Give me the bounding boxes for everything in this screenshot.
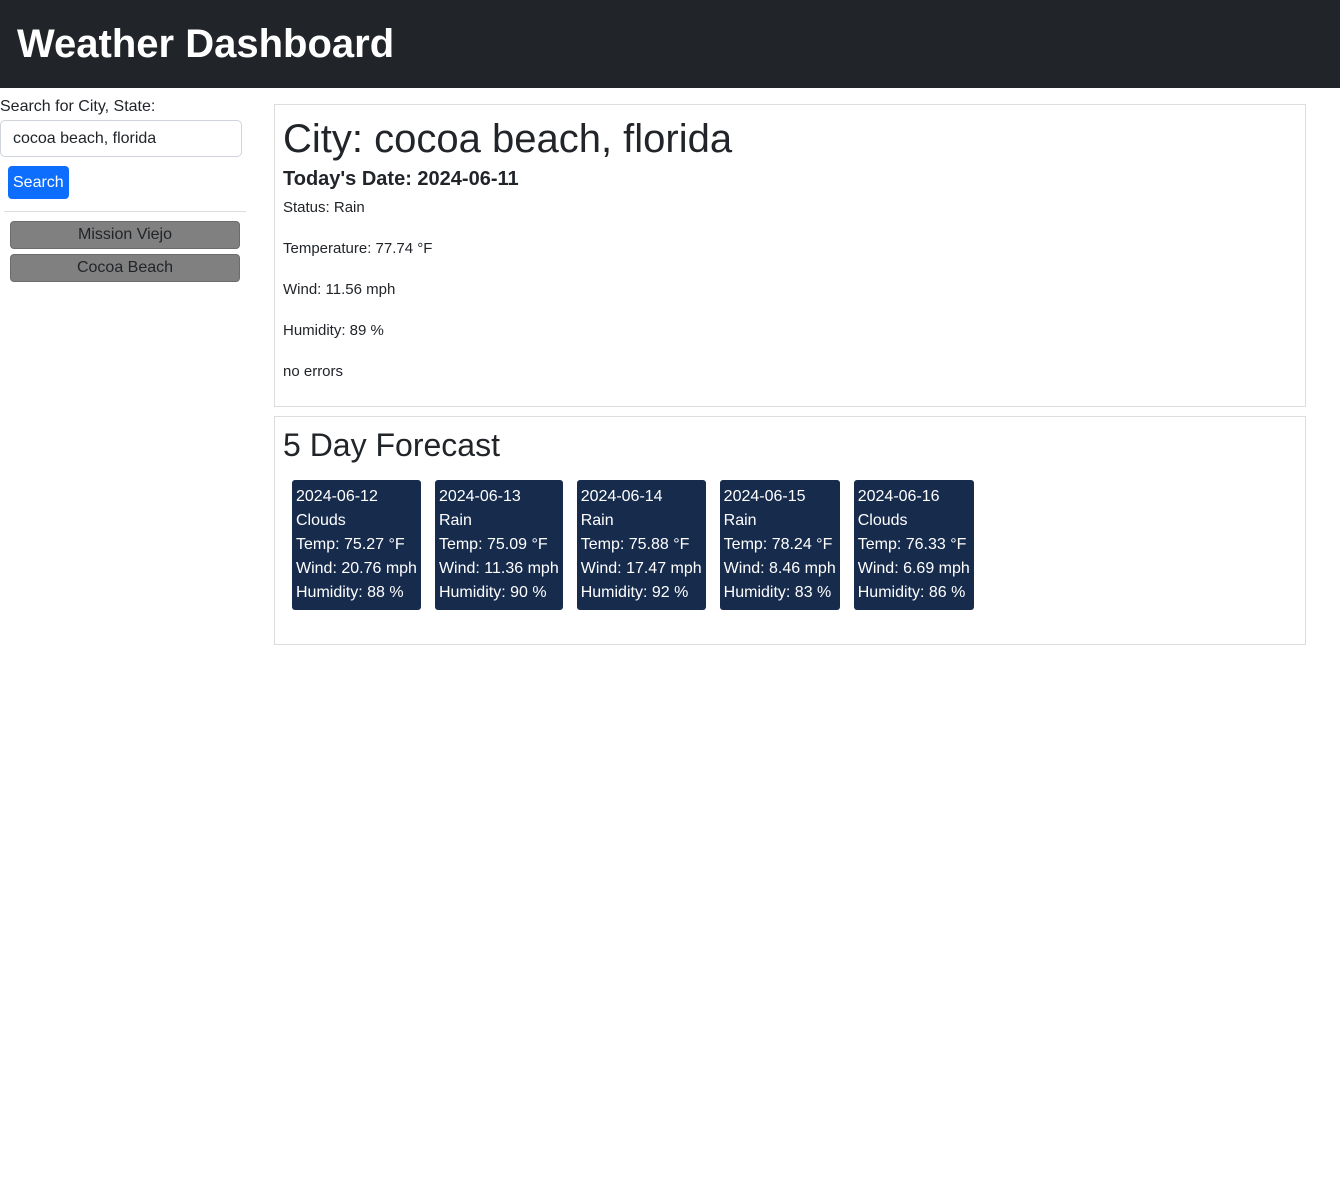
search-input[interactable]	[0, 120, 242, 157]
forecast-cards: 2024-06-12 Clouds Temp: 75.27 °F Wind: 20.7…	[283, 480, 1297, 610]
forecast-date: 2024-06-13	[438, 488, 521, 505]
forecast-card: 2024-06-14 Rain Temp: 75.88 °F Wind: 17.47 …	[576, 480, 706, 610]
history-button-mission-viejo[interactable]: Mission Viejo	[10, 221, 240, 249]
divider	[4, 211, 246, 212]
forecast-card: 2024-06-16 Clouds Temp: 76.33 °F Wind: 6.69…	[853, 480, 974, 610]
main-content: City: cocoa beach, florida Today's Date:…	[274, 88, 1306, 654]
status-text: Status: Rain	[283, 199, 365, 216]
forecast-temp: Temp: 78.24 °F	[723, 536, 833, 553]
forecast-humidity: Humidity: 88 %	[296, 584, 404, 601]
forecast-humidity: Humidity: 92 %	[580, 584, 689, 601]
forecast-wind: Wind: 20.76 mph	[296, 560, 417, 577]
current-weather-panel: City: cocoa beach, florida Today's Date:…	[274, 104, 1306, 407]
forecast-date: 2024-06-15	[723, 488, 806, 505]
app-header: Weather Dashboard	[0, 0, 1340, 88]
search-button[interactable]: Search	[8, 166, 69, 199]
forecast-temp: Temp: 75.27 °F	[296, 536, 405, 553]
forecast-temp: Temp: 75.09 °F	[438, 536, 548, 553]
forecast-humidity: Humidity: 86 %	[857, 584, 966, 601]
forecast-title: 5 Day Forecast	[283, 427, 500, 463]
forecast-card: 2024-06-13 Rain Temp: 75.09 °F Wind: 11.36 …	[434, 480, 563, 610]
forecast-panel: 5 Day Forecast 2024-06-12 Clouds Temp: 75.…	[274, 416, 1306, 645]
forecast-date: 2024-06-16	[857, 488, 940, 505]
wind-text: Wind: 11.56 mph	[283, 281, 396, 298]
forecast-humidity: Humidity: 90 %	[438, 584, 547, 601]
forecast-status: Clouds	[296, 512, 346, 529]
forecast-date: 2024-06-14	[580, 488, 663, 505]
forecast-card: 2024-06-12 Clouds Temp: 75.27 °F Wind: 20.7…	[292, 480, 421, 610]
forecast-wind: Wind: 11.36 mph	[438, 560, 559, 577]
forecast-temp: Temp: 75.88 °F	[580, 536, 690, 553]
error-text: no errors	[283, 363, 344, 380]
history-button-cocoa-beach[interactable]: Cocoa Beach	[10, 254, 240, 282]
app-title: Weather Dashboard	[17, 21, 395, 66]
search-label: Search for City, State:	[0, 98, 156, 115]
forecast-temp: Temp: 76.33 °F	[857, 536, 967, 553]
forecast-wind: Wind: 6.69 mph	[857, 560, 970, 577]
temperature-text: Temperature: 77.74 °F	[283, 240, 433, 257]
forecast-card: 2024-06-15 Rain Temp: 78.24 °F Wind: 8.46 m…	[719, 480, 840, 610]
forecast-wind: Wind: 17.47 mph	[580, 560, 702, 577]
forecast-date: 2024-06-12	[296, 488, 378, 505]
forecast-status: Rain	[723, 512, 757, 529]
forecast-status: Clouds	[857, 512, 908, 529]
today-date: Today's Date: 2024-06-11	[283, 168, 519, 190]
forecast-wind: Wind: 8.46 mph	[723, 560, 836, 577]
sidebar: Search for City, State: Search Mission V…	[0, 88, 246, 654]
forecast-humidity: Humidity: 83 %	[723, 584, 832, 601]
forecast-status: Rain	[438, 512, 472, 529]
humidity-text: Humidity: 89 %	[283, 322, 384, 339]
forecast-status: Rain	[580, 512, 614, 529]
city-title: City: cocoa beach, florida	[283, 117, 733, 161]
